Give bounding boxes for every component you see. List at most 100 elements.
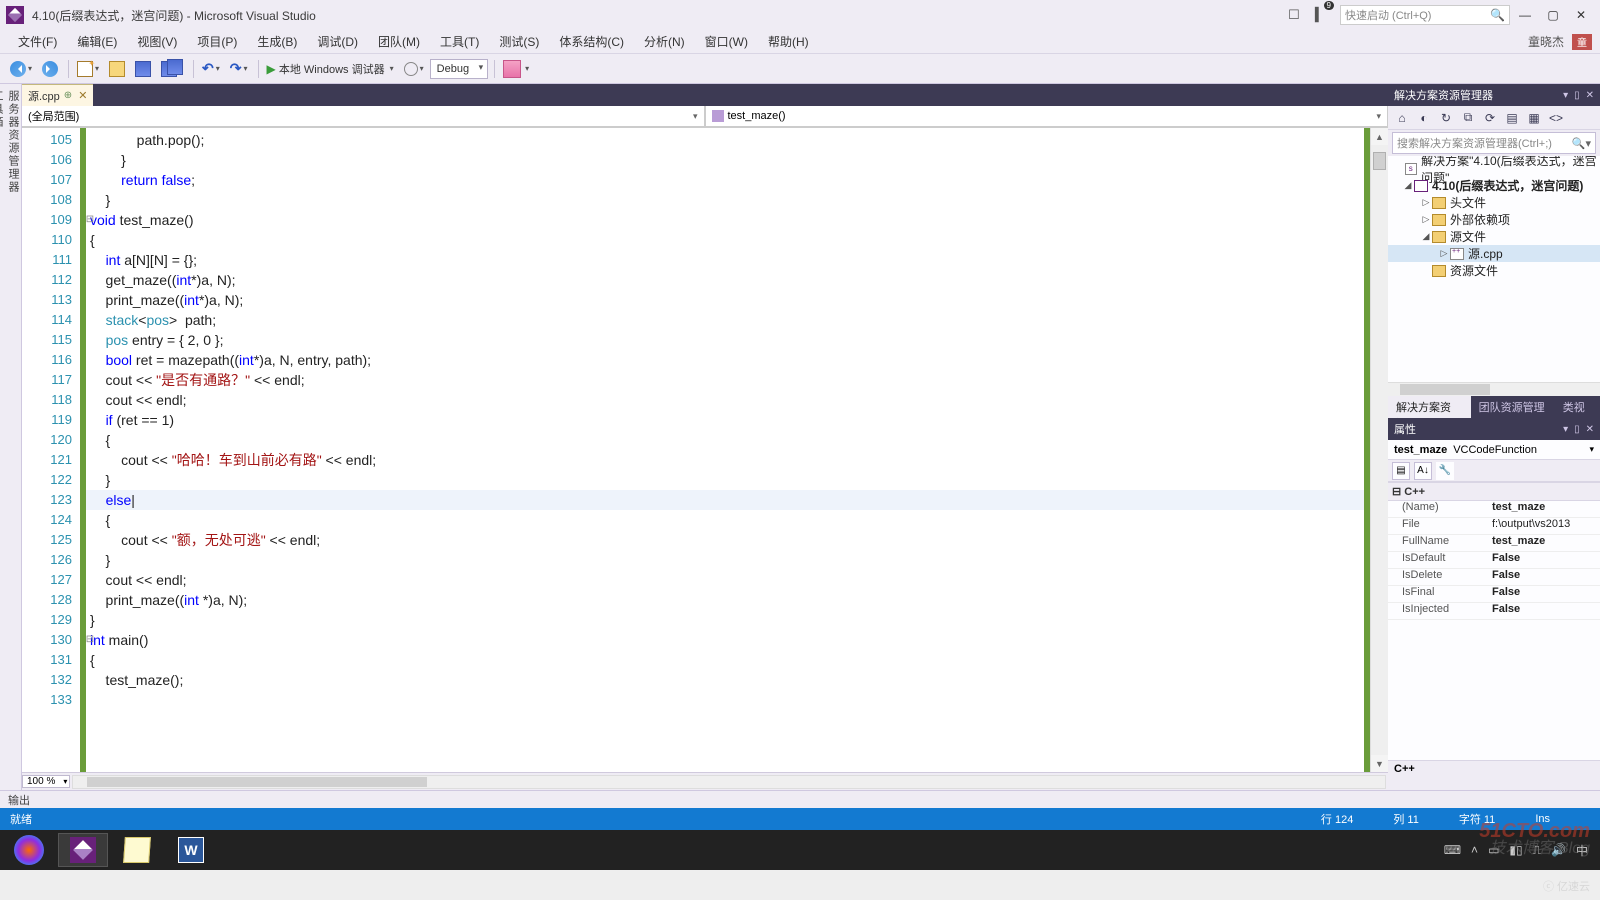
volume-icon[interactable]: 🔊	[1551, 843, 1566, 857]
taskbar-visual-studio[interactable]	[58, 833, 108, 867]
status-line: 行 124	[1321, 811, 1353, 827]
menu-team[interactable]: 团队(M)	[368, 30, 430, 53]
categorized-icon[interactable]: ▤	[1392, 462, 1410, 480]
menu-build[interactable]: 生成(B)	[247, 30, 307, 53]
menu-analyze[interactable]: 分析(N)	[634, 30, 695, 53]
start-button[interactable]	[4, 833, 54, 867]
refresh-icon[interactable]: ⟳	[1482, 111, 1498, 125]
file-tab-source-cpp[interactable]: 源.cpp ⊕ ✕	[22, 84, 93, 106]
extension-button[interactable]: ▾	[499, 58, 533, 80]
restore-button[interactable]: ▢	[1540, 5, 1566, 25]
undo-button[interactable]: ↶▾	[198, 58, 224, 80]
menu-help[interactable]: 帮助(H)	[758, 30, 819, 53]
scroll-down-icon[interactable]: ▼	[1371, 755, 1388, 772]
tree-hscroll[interactable]	[1388, 382, 1600, 396]
back-nav-icon[interactable]: ◐	[1416, 111, 1432, 125]
config-combo[interactable]: Debug	[430, 59, 488, 79]
output-panel-title[interactable]: 输出	[0, 790, 1600, 808]
left-tool-rail: 服务器资源管理器 工具箱	[0, 84, 22, 790]
save-all-button[interactable]	[157, 58, 187, 80]
sync-icon[interactable]: ↻	[1438, 111, 1454, 125]
menu-debug[interactable]: 调试(D)	[307, 30, 368, 53]
editor-bottom-bar: 100 %	[22, 772, 1388, 790]
menu-tools[interactable]: 工具(T)	[430, 30, 489, 53]
menu-architecture[interactable]: 体系结构(C)	[549, 30, 634, 53]
panel-close-icon[interactable]: ✕	[1586, 90, 1594, 101]
menu-bar: 文件(F) 编辑(E) 视图(V) 项目(P) 生成(B) 调试(D) 团队(M…	[0, 30, 1600, 54]
network-icon[interactable]: ⎍	[1533, 843, 1541, 858]
minimize-button[interactable]: —	[1512, 5, 1538, 25]
scroll-up-icon[interactable]: ▲	[1371, 128, 1388, 145]
start-debug-button[interactable]: ▶ 本地 Windows 调试器 ▾	[263, 58, 398, 80]
ime-icon[interactable]: 中	[1576, 842, 1588, 859]
pin-icon[interactable]: ⊕	[64, 90, 72, 101]
keyboard-icon[interactable]: ⌨	[1444, 843, 1461, 857]
scope-combo-right[interactable]: test_maze()▾	[705, 106, 1389, 127]
properties-object-combo[interactable]: test_maze VCCodeFunction ▾	[1388, 440, 1600, 460]
menu-view[interactable]: 视图(V)	[127, 30, 187, 53]
code-content[interactable]: path.pop(); } return false; }⊟void test_…	[86, 128, 1364, 772]
user-avatar[interactable]: 童	[1572, 34, 1592, 50]
right-panel-tabs: 解决方案资源... 团队资源管理器 类视图	[1388, 396, 1600, 418]
nav-back-button[interactable]: ▾	[6, 58, 36, 80]
windows-taskbar: W ⌨ ˄ ▭ ▮▯ ⎍ 🔊 中	[0, 830, 1600, 870]
menu-edit[interactable]: 编辑(E)	[67, 30, 127, 53]
debug-target-extras[interactable]: ▾	[400, 58, 428, 80]
new-project-button[interactable]: ▾	[73, 58, 103, 80]
alphabetical-icon[interactable]: A↓	[1414, 462, 1432, 480]
quick-launch-input[interactable]: 快速启动 (Ctrl+Q)🔍	[1340, 5, 1510, 25]
vertical-scrollbar[interactable]: ▲ ▼	[1370, 128, 1388, 772]
taskbar-word[interactable]: W	[166, 833, 216, 867]
show-all-icon[interactable]: ⧉	[1460, 110, 1476, 125]
menu-window[interactable]: 窗口(W)	[695, 30, 758, 53]
panel-dropdown-icon[interactable]: ▾	[1563, 90, 1568, 101]
method-icon	[712, 110, 724, 122]
properties-icon[interactable]: ▦	[1526, 111, 1542, 125]
notifications-icon[interactable]: ▍9	[1310, 5, 1330, 25]
solution-tree[interactable]: s解决方案"4.10(后缀表达式，迷宫问题" ◢4.10(后缀表达式，迷宫问题)…	[1388, 156, 1600, 382]
menu-test[interactable]: 测试(S)	[489, 30, 549, 53]
close-tab-icon[interactable]: ✕	[78, 89, 87, 102]
watermark-secondary: ⓒ 亿速云	[1543, 878, 1590, 894]
panel-dropdown-icon[interactable]: ▾	[1563, 424, 1568, 435]
menu-file[interactable]: 文件(F)	[8, 30, 67, 53]
save-button[interactable]	[131, 58, 155, 80]
tab-solution-explorer[interactable]: 解决方案资源...	[1388, 396, 1471, 418]
properties-grid[interactable]: ⊟ C++(Name)test_mazeFilef:\output\vs2013…	[1388, 482, 1600, 760]
nav-forward-button[interactable]	[38, 58, 62, 80]
open-file-button[interactable]	[105, 58, 129, 80]
scope-combo-left[interactable]: (全局范围)▾	[22, 106, 705, 127]
chevron-up-icon[interactable]: ˄	[1471, 843, 1478, 857]
tab-class-view[interactable]: 类视图	[1555, 396, 1600, 418]
menu-project[interactable]: 项目(P)	[187, 30, 247, 53]
tab-team-explorer[interactable]: 团队资源管理器	[1471, 396, 1555, 418]
server-explorer-tab[interactable]: 服务器资源管理器	[5, 90, 21, 780]
solution-explorer-title: 解决方案资源管理器 ▾▯✕	[1388, 84, 1600, 106]
status-ready: 就绪	[10, 811, 32, 827]
horizontal-scrollbar[interactable]	[72, 775, 1386, 789]
action-center-icon[interactable]: ▭	[1488, 843, 1499, 857]
taskbar-notepad[interactable]	[112, 833, 162, 867]
code-editor[interactable]: 1051061071081091101111121131141151161171…	[22, 128, 1388, 772]
property-pages-icon[interactable]: 🔧	[1436, 462, 1454, 480]
feedback-icon[interactable]: ☐	[1284, 5, 1304, 25]
signed-in-user[interactable]: 童晓杰	[1518, 30, 1568, 53]
scroll-thumb[interactable]	[1373, 152, 1386, 170]
solution-search-input[interactable]: 搜索解决方案资源管理器(Ctrl+;) 🔍▾	[1392, 132, 1596, 154]
panel-pin-icon[interactable]: ▯	[1574, 424, 1580, 435]
zoom-combo[interactable]: 100 %	[22, 775, 70, 788]
status-col: 列 11	[1393, 811, 1418, 827]
battery-icon[interactable]: ▮▯	[1509, 843, 1522, 857]
solution-icon: s	[1405, 163, 1418, 175]
panel-pin-icon[interactable]: ▯	[1574, 90, 1580, 101]
redo-button[interactable]: ↷▾	[226, 58, 252, 80]
close-button[interactable]: ✕	[1568, 5, 1594, 25]
system-tray[interactable]: ⌨ ˄ ▭ ▮▯ ⎍ 🔊 中	[1444, 842, 1596, 859]
panel-close-icon[interactable]: ✕	[1586, 424, 1594, 435]
collapse-icon[interactable]: ▤	[1504, 111, 1520, 125]
main-toolbar: ▾ ▾ ↶▾ ↷▾ ▶ 本地 Windows 调试器 ▾ ▾ Debug ▾	[0, 54, 1600, 84]
properties-toolbar: ▤ A↓ 🔧	[1388, 460, 1600, 482]
status-ins: Ins	[1535, 813, 1550, 825]
view-code-icon[interactable]: <>	[1548, 111, 1564, 125]
home-icon[interactable]: ⌂	[1394, 111, 1410, 125]
